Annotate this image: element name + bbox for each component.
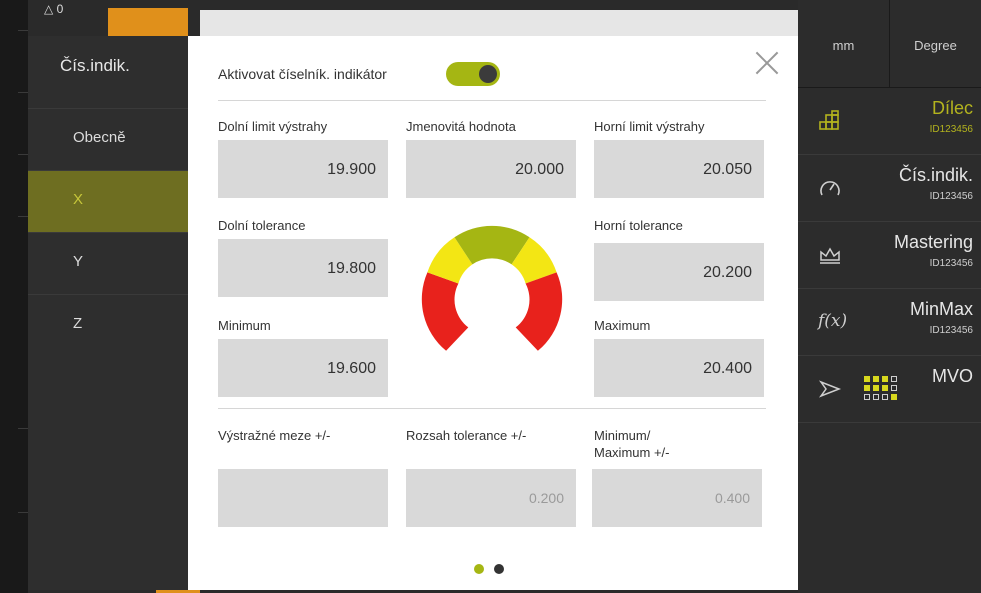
divider [218,408,766,409]
min-max-label: Minimum/ Maximum +/- [594,427,669,461]
panel-item-mastering[interactable]: Mastering ID123456 [798,222,981,289]
upper-warning-label: Horní limit výstrahy [594,119,705,134]
unit-selector: mm Degree [798,0,981,88]
panel-item-minmax[interactable]: f(x) MinMax ID123456 [798,289,981,356]
panel-item-name: MinMax [909,299,973,319]
left-menu: Čís.indik. Obecně X Y Z [28,36,188,590]
background-panel [200,10,798,36]
lower-warning-label: Dolní limit výstrahy [218,119,328,134]
panel-item-id: ID123456 [929,124,973,135]
left-menu-item-y[interactable]: Y [28,232,188,294]
divider [18,154,28,155]
maximum-label: Maximum [594,318,651,333]
minimum-label: Minimum [218,318,271,333]
divider [18,512,28,513]
tolerance-gauge [421,225,563,351]
crown-icon [818,244,842,272]
left-menu-item-general[interactable]: Obecně [28,108,188,170]
maximum-field[interactable]: 20.400 [594,339,764,397]
panel-item-id: ID123456 [929,325,973,336]
upper-tolerance-label: Horní tolerance [594,218,683,233]
divider [218,100,766,101]
left-edge-strip [0,0,28,593]
part-icon [818,110,842,138]
left-menu-item-x[interactable]: X [28,170,188,232]
warning-limits-field[interactable] [218,469,388,527]
panel-item-name: Čís.indik. [898,165,973,185]
upper-warning-field[interactable]: 20.050 [594,140,764,198]
right-side-panel: mm Degree Dílec ID123456 Čís.indik. ID12… [789,0,981,593]
left-menu-title: Čís.indik. [60,56,130,75]
tolerance-range-label: Rozsah tolerance +/- [406,428,527,443]
gauge-segment-red-right [515,272,563,351]
panel-item-id: ID123456 [929,258,973,269]
toggle-knob [479,65,497,83]
min-max-label-line2: Maximum +/- [594,445,670,460]
page-indicator [474,564,504,574]
panel-item-id: ID123456 [929,191,973,202]
upper-tolerance-field[interactable]: 20.200 [594,243,764,301]
lower-tolerance-field[interactable]: 19.800 [218,239,388,297]
page-dot-1[interactable] [474,564,484,574]
page-dot-2[interactable] [494,564,504,574]
function-icon: f(x) [818,311,848,331]
gauge-icon [818,177,842,205]
panel-item-part[interactable]: Dílec ID123456 [798,88,981,155]
lower-warning-field[interactable]: 19.900 [218,140,388,198]
nominal-value-field[interactable]: 20.000 [406,140,576,198]
left-menu-item-z[interactable]: Z [28,294,188,356]
divider [18,428,28,429]
activate-indicator-toggle[interactable] [446,62,500,86]
warning-counter[interactable]: △ 0 [44,2,63,16]
minimum-field[interactable]: 19.600 [218,339,388,397]
divider [18,92,28,93]
divider [18,216,28,217]
panel-item-name: MVO [931,366,973,386]
unit-angle-button[interactable]: Degree [889,0,981,87]
grid-icon [864,376,900,407]
min-max-field: 0.400 [592,469,762,527]
lower-tolerance-label: Dolní tolerance [218,218,306,233]
status-indicator [108,8,188,36]
panel-item-mvo[interactable]: MVO [798,356,981,423]
divider [18,30,28,31]
warning-limits-label: Výstražné meze +/- [218,428,331,443]
panel-item-dial-indicator[interactable]: Čís.indik. ID123456 [789,155,981,222]
min-max-label-line1: Minimum/ [594,428,651,443]
unit-length-button[interactable]: mm [798,0,889,87]
panel-item-name: Mastering [893,232,973,252]
send-icon [818,378,842,406]
activate-indicator-label: Aktivovat číselník. indikátor [218,66,387,82]
dial-indicator-dialog: Aktivovat číselník. indikátor Dolní limi… [188,36,798,590]
tolerance-range-field: 0.200 [406,469,576,527]
nominal-value-label: Jmenovitá hodnota [406,119,516,134]
panel-item-name: Dílec [931,98,973,118]
gauge-segment-red-left [421,272,469,351]
close-button[interactable] [754,50,780,76]
